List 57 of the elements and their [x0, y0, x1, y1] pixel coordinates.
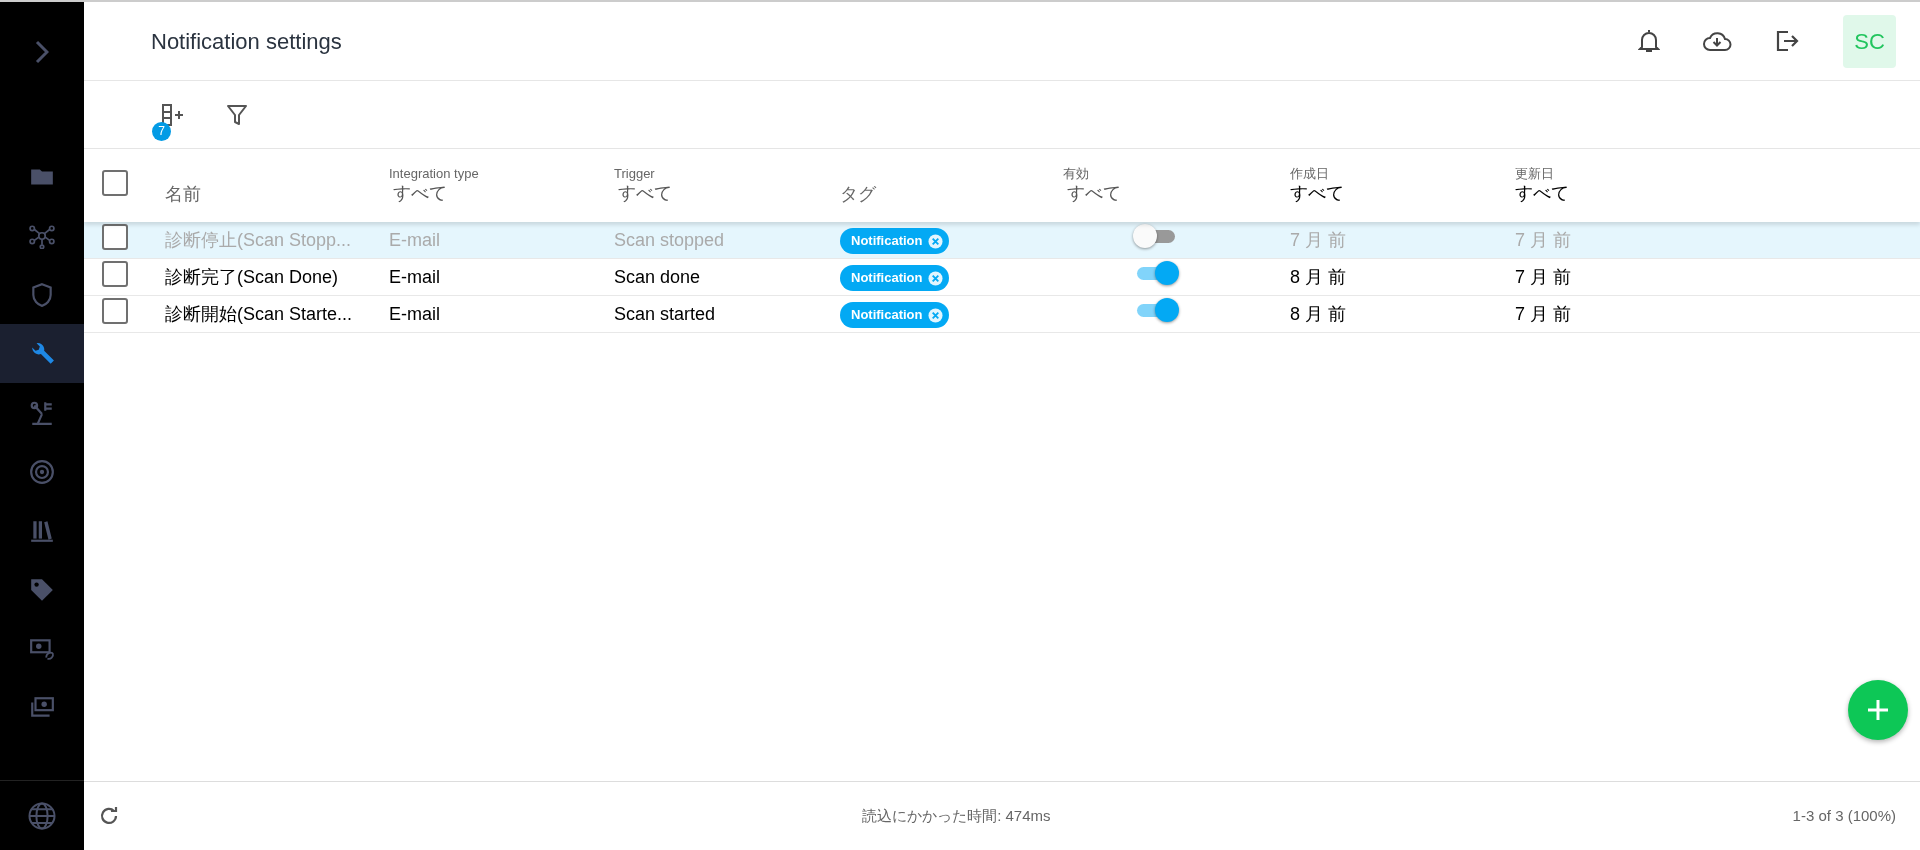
column-header: タグ [840, 183, 876, 206]
integration-cell: E-mail [389, 229, 440, 250]
filter-icon[interactable] [226, 103, 248, 126]
network-icon [29, 222, 55, 249]
column-header: 有効 [1063, 166, 1090, 182]
name-cell: 診断停止(Scan Stopp... [165, 229, 352, 250]
column-header: Integration type [389, 166, 480, 182]
logout-icon[interactable] [1774, 28, 1800, 54]
table-row[interactable]: 診断開始(Scan Starte... E-mail Scan started Notification 8 月 前 7 月 前 [84, 296, 1920, 333]
remove-tag-icon[interactable] [927, 270, 943, 286]
table-row[interactable]: 診断完了(Scan Done) E-mail Scan done Notification 8 月 前 7 月 前 [84, 259, 1920, 296]
column-filter[interactable]: すべて [618, 181, 840, 205]
column-header: Trigger [614, 166, 656, 182]
radar-icon [29, 458, 55, 485]
wrench-icon [29, 340, 55, 367]
sidebar-item[interactable] [0, 324, 84, 383]
notification-bell-icon[interactable] [1638, 28, 1660, 54]
robot-arm-icon [29, 399, 55, 426]
updated-date-cell: 7 月 前 [1515, 229, 1571, 250]
add-column-icon[interactable] [160, 103, 186, 126]
created-date-cell: 8 月 前 [1290, 266, 1346, 287]
created-date-cell: 7 月 前 [1290, 229, 1346, 250]
load-time-text: 読込にかかった時間: 474ms [861, 805, 1052, 826]
remove-tag-icon[interactable] [927, 307, 943, 323]
name-cell: 診断開始(Scan Starte... [165, 303, 353, 324]
column-header: 名前 [165, 183, 201, 206]
globe-icon[interactable] [27, 800, 57, 831]
shield-icon [29, 281, 55, 308]
trigger-cell: Scan stopped [614, 229, 725, 250]
refresh-icon[interactable] [98, 805, 120, 827]
column-count-badge: 7 [152, 121, 171, 141]
column-header: 作成日 [1290, 166, 1330, 182]
name-cell: 診断完了(Scan Done) [165, 266, 339, 287]
pagination-range: 1-3 of 3 (100%) [1792, 805, 1896, 826]
integration-cell: E-mail [389, 266, 440, 287]
trigger-cell: Scan done [614, 266, 701, 287]
column-filter[interactable]: すべて [1067, 181, 1290, 205]
updated-date-cell: 7 月 前 [1515, 303, 1571, 324]
column-filter[interactable]: すべて [1515, 181, 1920, 205]
page-title: Notification settings [151, 27, 343, 56]
integration-cell: E-mail [389, 303, 440, 324]
updated-date-cell: 7 月 前 [1515, 266, 1571, 287]
column-header: 更新日 [1515, 166, 1555, 182]
created-date-cell: 8 月 前 [1290, 303, 1346, 324]
row-checkbox[interactable] [102, 298, 128, 324]
row-checkbox[interactable] [102, 261, 128, 287]
add-button[interactable] [1848, 680, 1908, 740]
column-filter[interactable]: すべて [1290, 181, 1515, 205]
expand-sidebar-icon[interactable] [35, 40, 49, 64]
column-filter[interactable]: すべて [393, 181, 614, 205]
select-all-checkbox[interactable] [102, 170, 128, 196]
remove-tag-icon[interactable] [927, 233, 943, 249]
tag-icon [29, 576, 55, 603]
row-checkbox[interactable] [102, 224, 128, 250]
plus-icon [1865, 697, 1891, 723]
trigger-cell: Scan started [614, 303, 716, 324]
cloud-download-icon[interactable] [1702, 30, 1732, 52]
